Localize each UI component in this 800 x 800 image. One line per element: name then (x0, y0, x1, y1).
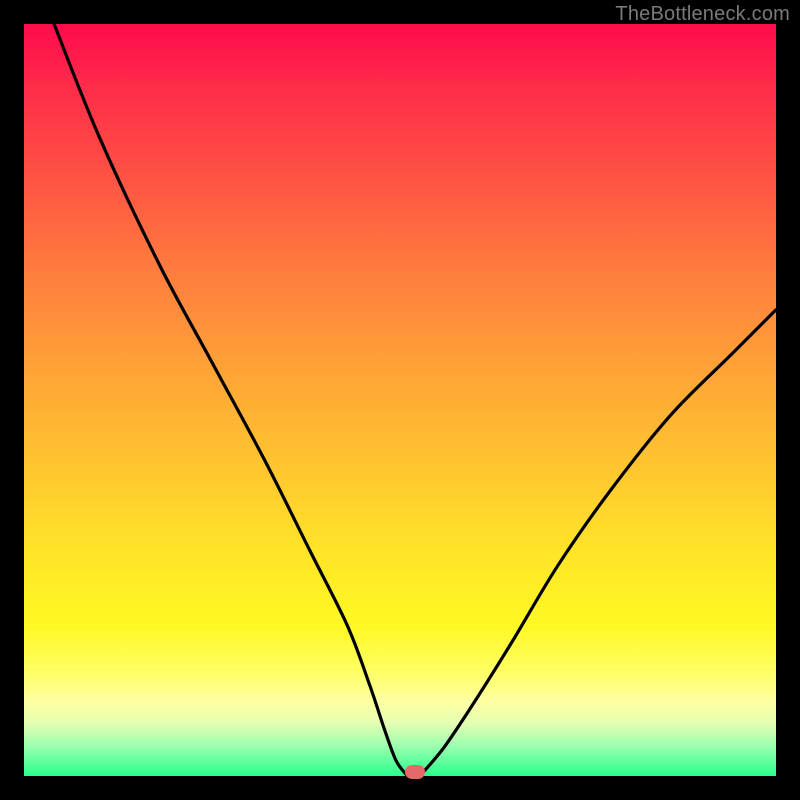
plot-area (24, 24, 776, 776)
watermark-text: TheBottleneck.com (615, 3, 790, 26)
bottleneck-curve (24, 24, 776, 776)
chart-frame: TheBottleneck.com (0, 0, 800, 800)
optimal-marker (405, 765, 425, 779)
